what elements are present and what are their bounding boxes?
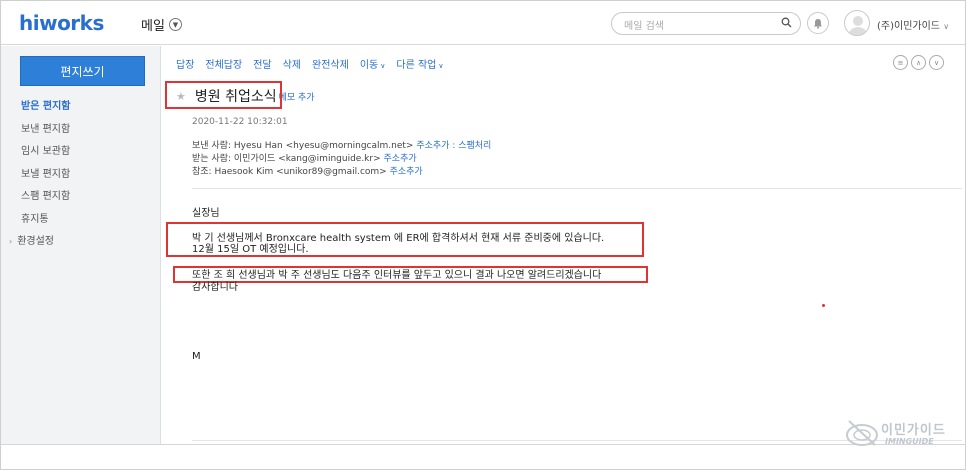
highlight-box-body-2 xyxy=(173,266,648,283)
red-marker-dot xyxy=(822,304,825,307)
caret-right-icon: › xyxy=(9,237,13,246)
body-signature: M xyxy=(192,351,201,362)
move-label: 이동 xyxy=(359,60,379,71)
watermark-logo-icon xyxy=(846,420,878,446)
body-line-4: 감사합니다 xyxy=(192,282,238,293)
body-greeting: 실장님 xyxy=(192,208,220,219)
sidebar: 편지쓰기 받은 편지함 보낸 편지함 임시 보관함 보낼 편지함 스팸 편지함 … xyxy=(1,46,161,444)
cc-value: Haesook Kim <unikor89@gmail.com> xyxy=(214,167,387,177)
top-bar: hiworks 메일 ▼ 메일 검색 (주)이민가이드 ∨ xyxy=(1,1,965,45)
user-avatar[interactable] xyxy=(844,10,870,36)
from-actions[interactable]: 주소추가 : 스팸처리 xyxy=(416,141,491,151)
to-value: 이민가이드 <kang@iminguide.kr> xyxy=(233,154,381,164)
footer-bar xyxy=(1,444,965,469)
reply-button[interactable]: 답장 xyxy=(176,56,194,71)
user-name-menu[interactable]: (주)이민가이드 ∨ xyxy=(877,17,949,32)
chevron-down-icon: ∨ xyxy=(438,62,444,70)
iminguide-watermark: 이민가이드 IMINGUIDE xyxy=(845,411,961,457)
forward-button[interactable]: 전달 xyxy=(253,56,271,71)
reply-all-button[interactable]: 전체답장 xyxy=(205,56,242,71)
chevron-down-icon[interactable]: ∨ xyxy=(929,55,944,70)
notification-bell-icon[interactable] xyxy=(807,12,829,34)
chevron-down-icon: ∨ xyxy=(380,62,386,70)
folder-settings[interactable]: › 환경설정 xyxy=(9,235,58,258)
header-divider xyxy=(192,188,962,189)
search-icon[interactable] xyxy=(781,17,792,31)
search-placeholder: 메일 검색 xyxy=(624,21,664,32)
mail-headers: 보낸 사람: Hyesu Han <hyesu@morningcalm.net>… xyxy=(192,140,491,179)
app-menu-selector[interactable]: 메일 ▼ xyxy=(141,15,182,34)
app-menu-label: 메일 xyxy=(141,19,165,34)
watermark-text-ko: 이민가이드 xyxy=(881,423,946,438)
watermark-text-en: IMINGUIDE xyxy=(885,437,934,446)
settings-label: 환경설정 xyxy=(17,236,55,247)
list-view-icon[interactable]: ≡ xyxy=(893,55,908,70)
highlight-box-subject xyxy=(165,81,282,109)
cc-label: 참조: xyxy=(192,167,212,177)
from-label: 보낸 사람: xyxy=(192,141,232,151)
to-add-contact-link[interactable]: 주소추가 xyxy=(384,154,417,164)
add-memo-link[interactable]: 메모 추가 xyxy=(279,90,315,103)
folder-list: 받은 편지함 보낸 편지함 임시 보관함 보낼 편지함 스팸 편지함 휴지통 ›… xyxy=(9,100,70,258)
cc-add-contact-link[interactable]: 주소추가 xyxy=(390,167,423,177)
chevron-up-icon[interactable]: ∧ xyxy=(911,55,926,70)
highlight-box-body-1 xyxy=(166,222,644,257)
folder-drafts[interactable]: 임시 보관함 xyxy=(21,145,70,168)
folder-trash[interactable]: 휴지통 xyxy=(21,213,70,236)
view-controls: ≡ ∧ ∨ xyxy=(893,55,944,70)
to-row: 받는 사람: 이민가이드 <kang@iminguide.kr> 주소추가 xyxy=(192,153,491,166)
to-label: 받는 사람: xyxy=(192,154,232,164)
folder-sent[interactable]: 보낸 편지함 xyxy=(21,123,70,146)
mail-toolbar: 답장 전체답장 전달 삭제 완전삭제 이동 ∨ 다른 작업 ∨ xyxy=(176,56,443,71)
from-row: 보낸 사람: Hyesu Han <hyesu@morningcalm.net>… xyxy=(192,140,491,153)
hiworks-logo[interactable]: hiworks xyxy=(19,11,104,35)
folder-outbox[interactable]: 보낼 편지함 xyxy=(21,168,70,191)
chevron-down-icon: ∨ xyxy=(943,22,950,31)
compose-button[interactable]: 편지쓰기 xyxy=(20,56,145,86)
cc-row: 참조: Haesook Kim <unikor89@gmail.com> 주소추… xyxy=(192,166,491,179)
avatar-body xyxy=(848,27,868,35)
user-name-label: (주)이민가이드 xyxy=(877,21,941,32)
move-dropdown[interactable]: 이동 ∨ xyxy=(360,56,386,71)
more-actions-label: 다른 작업 xyxy=(396,60,437,71)
mail-date: 2020-11-22 10:32:01 xyxy=(192,117,288,127)
from-value: Hyesu Han <hyesu@morningcalm.net> xyxy=(233,141,414,151)
delete-permanent-button[interactable]: 완전삭제 xyxy=(312,56,349,71)
folder-spam[interactable]: 스팸 편지함 xyxy=(21,190,70,213)
avatar-head xyxy=(853,16,863,26)
delete-button[interactable]: 삭제 xyxy=(283,56,301,71)
folder-inbox[interactable]: 받은 편지함 xyxy=(21,100,70,123)
more-actions-dropdown[interactable]: 다른 작업 ∨ xyxy=(396,56,443,71)
chevron-down-icon: ▼ xyxy=(168,18,182,31)
mail-search-input[interactable]: 메일 검색 xyxy=(611,12,801,35)
